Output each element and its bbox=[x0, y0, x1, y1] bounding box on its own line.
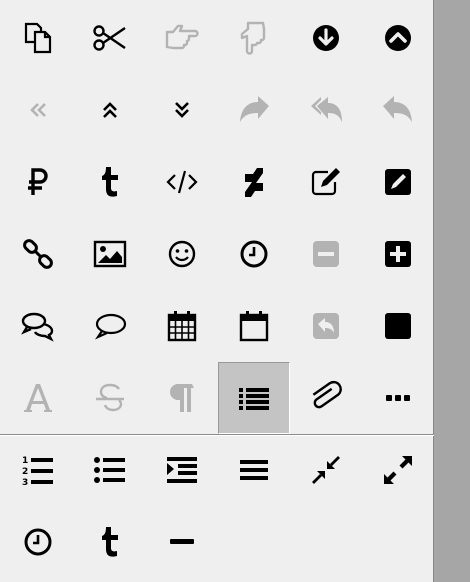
list-icon[interactable] bbox=[218, 362, 290, 434]
svg-text:1: 1 bbox=[22, 456, 28, 466]
hand-point-down-icon[interactable] bbox=[218, 2, 290, 74]
reply-all-icon[interactable] bbox=[290, 74, 362, 146]
svg-text:3: 3 bbox=[22, 478, 28, 488]
strikethrough-icon[interactable] bbox=[74, 362, 146, 434]
hand-point-right-icon[interactable] bbox=[146, 2, 218, 74]
tumblr-icon[interactable] bbox=[74, 146, 146, 218]
code-icon[interactable] bbox=[146, 146, 218, 218]
indent-icon[interactable] bbox=[146, 434, 218, 506]
svg-text:2: 2 bbox=[22, 467, 28, 477]
ellipsis-icon[interactable] bbox=[362, 362, 434, 434]
minus-square-icon[interactable] bbox=[290, 218, 362, 290]
calendar-blank-icon[interactable] bbox=[218, 290, 290, 362]
pencil-square-icon[interactable] bbox=[362, 146, 434, 218]
compress-icon[interactable] bbox=[290, 434, 362, 506]
deviantart-icon[interactable] bbox=[218, 146, 290, 218]
ordered-list-icon[interactable]: 123 bbox=[2, 434, 74, 506]
copy-icon[interactable] bbox=[2, 2, 74, 74]
icon-picker-panel: 123 bbox=[0, 0, 434, 582]
minus-icon[interactable] bbox=[146, 506, 218, 578]
square-icon[interactable] bbox=[362, 290, 434, 362]
double-angle-left-icon[interactable] bbox=[2, 74, 74, 146]
plus-square-icon[interactable] bbox=[362, 218, 434, 290]
paragraph-icon[interactable] bbox=[146, 362, 218, 434]
edit-icon[interactable] bbox=[290, 146, 362, 218]
tumblr-icon[interactable] bbox=[74, 506, 146, 578]
chain-link-icon[interactable] bbox=[2, 218, 74, 290]
ruble-icon[interactable] bbox=[2, 146, 74, 218]
image-icon[interactable] bbox=[74, 218, 146, 290]
comment-icon[interactable] bbox=[74, 290, 146, 362]
paperclip-icon[interactable] bbox=[290, 362, 362, 434]
arrow-circle-down-icon[interactable] bbox=[290, 2, 362, 74]
double-angle-down-icon[interactable] bbox=[146, 74, 218, 146]
double-angle-up-icon[interactable] bbox=[74, 74, 146, 146]
smile-icon[interactable] bbox=[146, 218, 218, 290]
expand-icon[interactable] bbox=[362, 434, 434, 506]
calendar-icon[interactable] bbox=[146, 290, 218, 362]
chevron-circle-up-icon[interactable] bbox=[362, 2, 434, 74]
clock-icon[interactable] bbox=[2, 506, 74, 578]
font-icon[interactable] bbox=[2, 362, 74, 434]
comments-icon[interactable] bbox=[2, 290, 74, 362]
reply-square-icon[interactable] bbox=[290, 290, 362, 362]
unordered-list-icon[interactable] bbox=[74, 434, 146, 506]
share-icon[interactable] bbox=[218, 74, 290, 146]
clock-icon[interactable] bbox=[218, 218, 290, 290]
reply-icon[interactable] bbox=[362, 74, 434, 146]
scissors-icon[interactable] bbox=[74, 2, 146, 74]
align-justify-icon[interactable] bbox=[218, 434, 290, 506]
